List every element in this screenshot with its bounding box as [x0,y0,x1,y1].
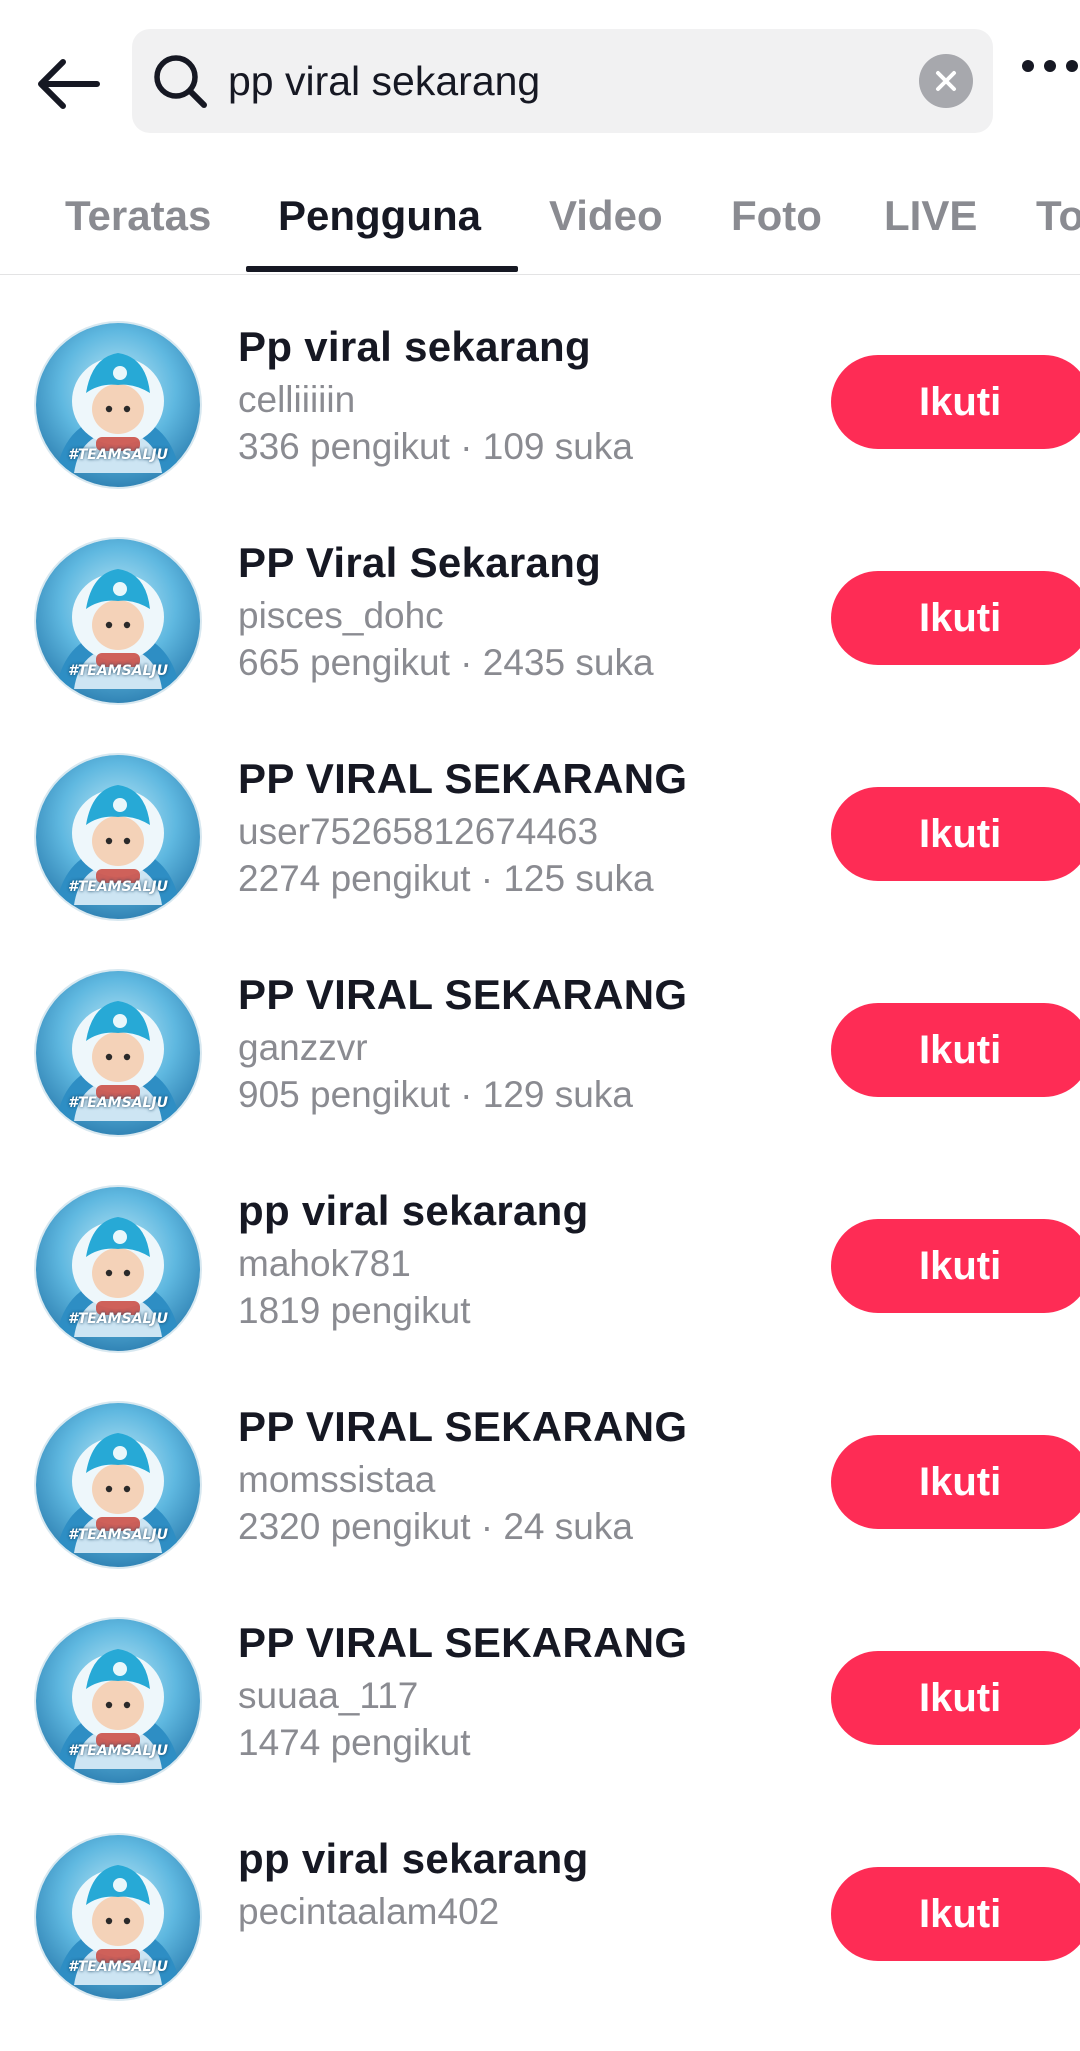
follow-button[interactable]: Ikuti [831,1651,1080,1745]
user-display-name: pp viral sekarang [238,1835,589,1882]
avatar-caption: #TEAMSALJU [67,1743,169,1759]
search-query-text: pp viral sekarang [228,58,541,104]
user-display-name: pp viral sekarang [238,1187,589,1234]
follow-button[interactable]: Ikuti [831,1219,1080,1313]
user-stats: 1819 pengikut [238,1290,471,1331]
list-item[interactable]: #TEAMSALJU pp viral sekarang mahok781 18… [0,1187,1080,1403]
user-handle: pecintaalam402 [238,1891,500,1932]
user-handle: suuaa_117 [238,1675,419,1716]
user-stats: 1474 pengikut [238,1722,471,1763]
avatar-caption: #TEAMSALJU [67,1959,169,1975]
avatar-caption: #TEAMSALJU [67,663,169,679]
user-handle: pisces_dohc [238,595,444,636]
user-display-name: PP VIRAL SEKARANG [238,755,688,802]
tab-live[interactable]: LIVE [884,192,977,240]
user-handle: momssistaa [238,1459,436,1500]
clear-icon [936,71,956,91]
avatar: #TEAMSALJU [36,1187,200,1351]
back-button[interactable] [30,46,106,122]
avatar-caption: #TEAMSALJU [67,879,169,895]
follow-button[interactable]: Ikuti [831,355,1080,449]
user-display-name: PP VIRAL SEKARANG [238,1403,688,1450]
user-handle: mahok781 [238,1243,411,1284]
avatar-caption: #TEAMSALJU [67,1311,169,1327]
arrow-left-icon [38,59,100,109]
list-item[interactable]: #TEAMSALJU PP VIRAL SEKARANG ganzzvr 905… [0,971,1080,1187]
avatar: #TEAMSALJU [36,539,200,703]
search-tabs: Teratas Pengguna Video Foto LIVE To [0,162,1080,275]
avatar: #TEAMSALJU [36,755,200,919]
more-options-button[interactable] [1020,56,1080,106]
tab-foto[interactable]: Foto [731,192,822,240]
list-item[interactable]: #TEAMSALJU PP Viral Sekarang pisces_dohc… [0,539,1080,755]
avatar: #TEAMSALJU [36,971,200,1135]
follow-button[interactable]: Ikuti [831,1003,1080,1097]
user-display-name: PP Viral Sekarang [238,539,602,586]
avatar: #TEAMSALJU [36,323,200,487]
user-handle: ganzzvr [238,1027,368,1068]
clear-search-button[interactable] [919,54,973,108]
list-item[interactable]: #TEAMSALJU PP VIRAL SEKARANG user7526581… [0,755,1080,971]
tab-more[interactable]: To [1036,192,1080,240]
user-handle: celliiiiin [238,379,356,420]
follow-button[interactable]: Ikuti [831,787,1080,881]
user-display-name: PP VIRAL SEKARANG [238,1619,688,1666]
avatar-caption: #TEAMSALJU [67,1095,169,1111]
avatar: #TEAMSALJU [36,1835,200,1999]
user-stats: 2274 pengikut · 125 suka [238,858,654,899]
list-item[interactable]: #TEAMSALJU pp viral sekarang pecintaalam… [0,1835,1080,2051]
avatar-caption: #TEAMSALJU [67,447,169,463]
search-icon [154,55,207,108]
list-item[interactable]: #TEAMSALJU PP VIRAL SEKARANG suuaa_117 1… [0,1619,1080,1835]
avatar: #TEAMSALJU [36,1619,200,1783]
tab-video[interactable]: Video [549,192,663,240]
follow-button[interactable]: Ikuti [831,1435,1080,1529]
tab-pengguna[interactable]: Pengguna [278,192,481,240]
tab-teratas[interactable]: Teratas [65,192,211,240]
list-item[interactable]: #TEAMSALJU Pp viral sekarang celliiiiin … [0,323,1080,539]
active-tab-indicator [246,266,518,272]
more-icon [1022,60,1078,72]
follow-button[interactable]: Ikuti [831,1867,1080,1961]
user-display-name: Pp viral sekarang [238,323,591,370]
top-bar: pp viral sekarang [0,0,1080,162]
avatar: #TEAMSALJU [36,1403,200,1567]
user-display-name: PP VIRAL SEKARANG [238,971,688,1018]
user-handle: user75265812674463 [238,811,599,852]
user-stats: 905 pengikut · 129 suka [238,1074,633,1115]
user-stats: 2320 pengikut · 24 suka [238,1506,633,1547]
search-input[interactable]: pp viral sekarang [132,29,993,133]
follow-button[interactable]: Ikuti [831,571,1080,665]
user-stats: 665 pengikut · 2435 suka [238,642,654,683]
list-item[interactable]: #TEAMSALJU PP VIRAL SEKARANG momssistaa … [0,1403,1080,1619]
user-stats: 336 pengikut · 109 suka [238,426,633,467]
avatar-caption: #TEAMSALJU [67,1527,169,1543]
